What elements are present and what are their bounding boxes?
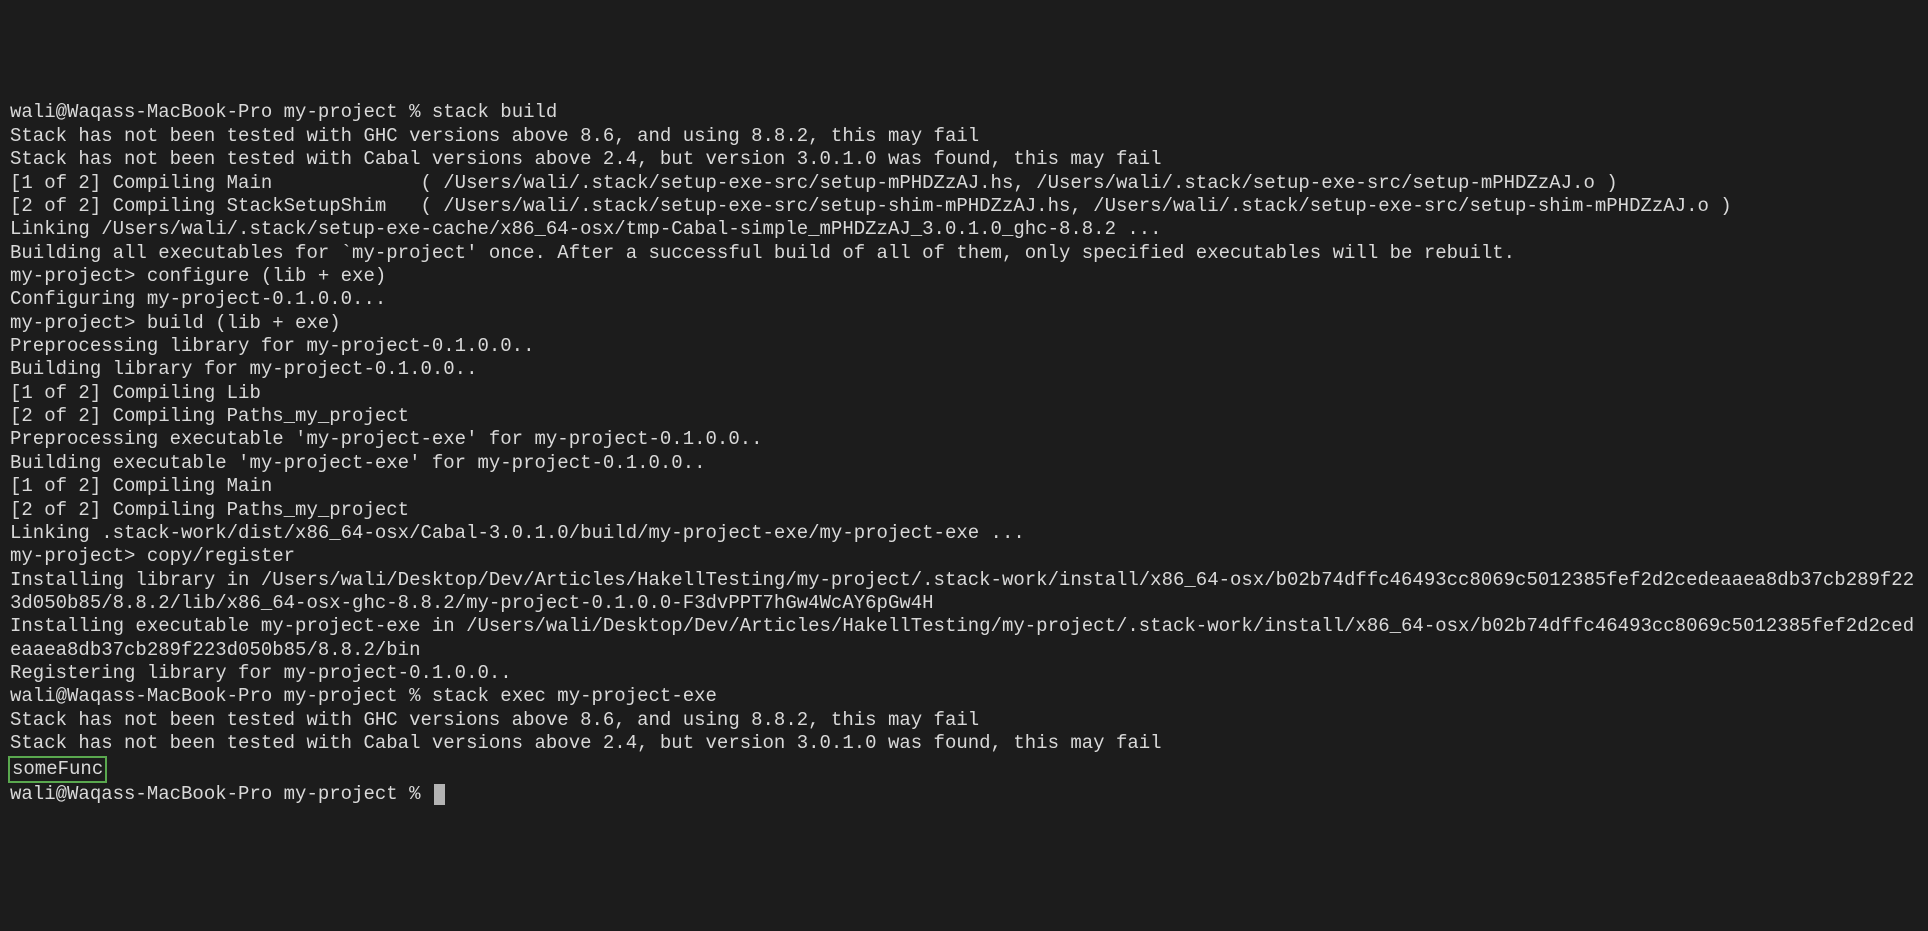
- command-text: stack exec my-project-exe: [432, 685, 717, 707]
- terminal-line: Stack has not been tested with GHC versi…: [10, 125, 1918, 148]
- terminal-line: Preprocessing library for my-project-0.1…: [10, 335, 1918, 358]
- terminal-line: wali@Waqass-MacBook-Pro my-project % sta…: [10, 685, 1918, 708]
- terminal-line: Registering library for my-project-0.1.0…: [10, 662, 1918, 685]
- shell-prompt: wali@Waqass-MacBook-Pro my-project %: [10, 101, 432, 123]
- terminal-line: wali@Waqass-MacBook-Pro my-project %: [10, 783, 1918, 806]
- terminal-line: Stack has not been tested with Cabal ver…: [10, 148, 1918, 171]
- command-text: stack build: [432, 101, 557, 123]
- terminal-line: Linking .stack-work/dist/x86_64-osx/Caba…: [10, 522, 1918, 545]
- terminal-line: Building all executables for `my-project…: [10, 242, 1918, 265]
- terminal-line: my-project> configure (lib + exe): [10, 265, 1918, 288]
- cursor-icon: [434, 784, 445, 805]
- terminal-line: [2 of 2] Compiling Paths_my_project: [10, 405, 1918, 428]
- terminal-line: someFunc: [10, 756, 1918, 783]
- terminal-line: Linking /Users/wali/.stack/setup-exe-cac…: [10, 218, 1918, 241]
- terminal-line: [2 of 2] Compiling Paths_my_project: [10, 499, 1918, 522]
- shell-prompt: wali@Waqass-MacBook-Pro my-project %: [10, 783, 432, 805]
- terminal-line: Stack has not been tested with Cabal ver…: [10, 732, 1918, 755]
- highlighted-output: someFunc: [8, 756, 107, 783]
- terminal-line: Stack has not been tested with GHC versi…: [10, 709, 1918, 732]
- terminal-line: Installing library in /Users/wali/Deskto…: [10, 569, 1918, 616]
- terminal-line: [1 of 2] Compiling Main ( /Users/wali/.s…: [10, 172, 1918, 195]
- terminal-line: [1 of 2] Compiling Lib: [10, 382, 1918, 405]
- terminal-line: [2 of 2] Compiling StackSetupShim ( /Use…: [10, 195, 1918, 218]
- terminal-line: Preprocessing executable 'my-project-exe…: [10, 428, 1918, 451]
- terminal-line: Installing executable my-project-exe in …: [10, 615, 1918, 662]
- terminal-line: my-project> copy/register: [10, 545, 1918, 568]
- terminal-line: [1 of 2] Compiling Main: [10, 475, 1918, 498]
- shell-prompt: wali@Waqass-MacBook-Pro my-project %: [10, 685, 432, 707]
- terminal-line: Configuring my-project-0.1.0.0...: [10, 288, 1918, 311]
- terminal-line: Building executable 'my-project-exe' for…: [10, 452, 1918, 475]
- terminal-line: Building library for my-project-0.1.0.0.…: [10, 358, 1918, 381]
- terminal[interactable]: wali@Waqass-MacBook-Pro my-project % sta…: [10, 101, 1918, 806]
- terminal-line: my-project> build (lib + exe): [10, 312, 1918, 335]
- terminal-line: wali@Waqass-MacBook-Pro my-project % sta…: [10, 101, 1918, 124]
